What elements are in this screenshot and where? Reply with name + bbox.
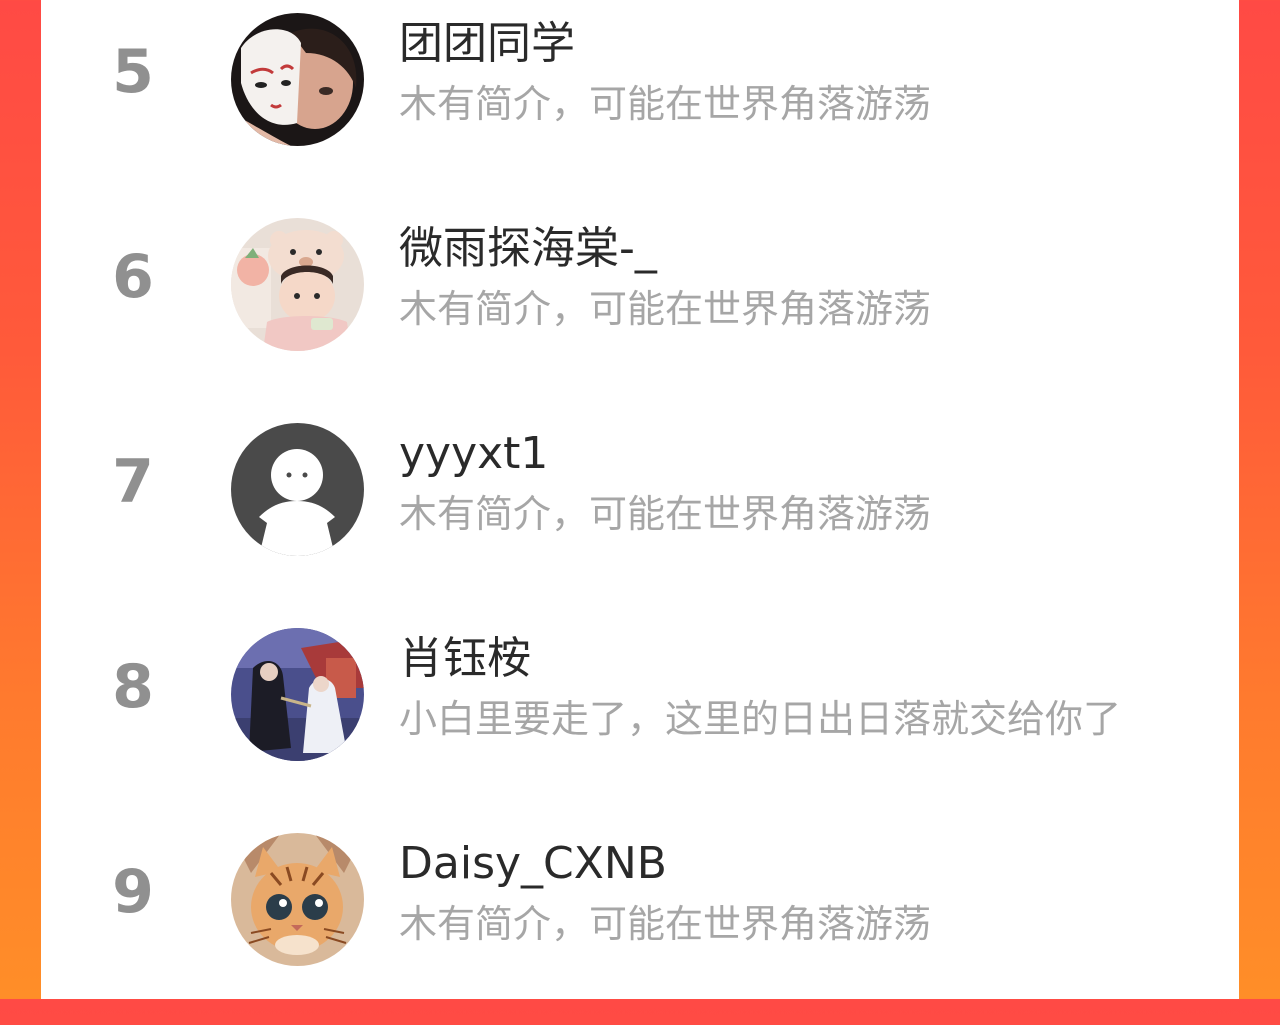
- default-user-avatar-icon: [231, 423, 364, 556]
- avatar[interactable]: [231, 628, 364, 761]
- user-name: yyyxt1: [399, 428, 549, 479]
- rank-number: 6: [112, 242, 154, 312]
- avatar[interactable]: [231, 423, 364, 556]
- user-name: Daisy_CXNB: [399, 838, 667, 889]
- child-bear-hat-avatar-icon: [231, 218, 364, 351]
- user-bio: 木有简介，可能在世界角落游荡: [399, 287, 932, 331]
- tiger-cat-avatar-icon: [231, 833, 364, 966]
- rank-number: 5: [112, 37, 154, 107]
- list-item[interactable]: 6 微雨探海棠-_ 木有简介，可能在世界角落游荡: [41, 205, 1239, 410]
- masked-girl-avatar-icon: [231, 13, 364, 146]
- user-bio: 木有简介，可能在世界角落游荡: [399, 82, 932, 126]
- list-item[interactable]: 7 yyyxt1 木有简介，可能在世界角落游荡: [41, 410, 1239, 615]
- list-item[interactable]: 5 团团同学 木有简介，可能在世界角落游荡: [41, 0, 1239, 205]
- user-name: 肖钰桉: [399, 633, 531, 684]
- rank-number: 8: [112, 652, 154, 722]
- user-bio: 木有简介，可能在世界角落游荡: [399, 492, 932, 536]
- rank-number: 9: [112, 857, 154, 927]
- user-bio: 木有简介，可能在世界角落游荡: [399, 902, 932, 946]
- list-item[interactable]: 8 肖钰桉 小白里要走了，这里的日出日落就交给你了: [41, 615, 1239, 820]
- leaderboard-card: 5 团团同学 木有简介，可能在世界角落游荡 6 微雨探海棠-_ 木有简介，可能在…: [41, 0, 1239, 999]
- costume-drama-avatar-icon: [231, 628, 364, 761]
- rank-number: 7: [112, 447, 154, 517]
- avatar[interactable]: [231, 833, 364, 966]
- user-bio: 小白里要走了，这里的日出日落就交给你了: [399, 697, 1122, 741]
- avatar[interactable]: [231, 13, 364, 146]
- list-item[interactable]: 9 Daisy_CXNB 木有简介，可能在世界角落游荡: [41, 820, 1239, 1025]
- user-name: 微雨探海棠-_: [399, 223, 657, 274]
- avatar[interactable]: [231, 218, 364, 351]
- user-name: 团团同学: [399, 18, 575, 69]
